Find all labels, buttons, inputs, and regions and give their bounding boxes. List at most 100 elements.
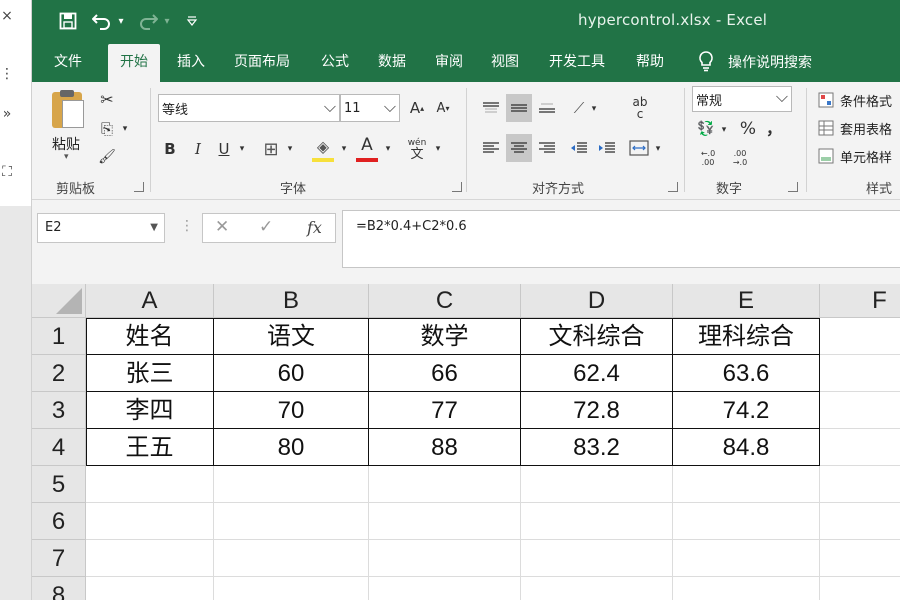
cell-b8[interactable] — [214, 577, 369, 600]
row-header-4[interactable]: 4 — [32, 429, 86, 466]
customize-qat-icon[interactable] — [184, 8, 200, 34]
cell-d5[interactable] — [521, 466, 673, 503]
cell-d2[interactable]: 62.4 — [521, 355, 673, 392]
cell-styles-button[interactable]: 单元格样 — [818, 146, 900, 166]
cell-d3[interactable]: 72.8 — [521, 392, 673, 429]
format-painter-icon[interactable]: 🖌 — [96, 146, 118, 168]
font-color-dropdown-icon[interactable]: ▾ — [382, 138, 394, 160]
cell-c2[interactable]: 66 — [369, 355, 521, 392]
row-header-5[interactable]: 5 — [32, 466, 86, 503]
fill-color-icon[interactable]: ◈ — [310, 134, 336, 158]
tab-formulas[interactable]: 公式 — [309, 42, 361, 82]
cell-b5[interactable] — [214, 466, 369, 503]
alignment-launcher-icon[interactable] — [668, 182, 678, 192]
format-as-table-button[interactable]: 套用表格 — [818, 118, 900, 138]
cell-e6[interactable] — [673, 503, 820, 540]
tab-home[interactable]: 开始 — [108, 44, 160, 82]
row-header-1[interactable]: 1 — [32, 318, 86, 355]
align-bottom-icon[interactable] — [534, 94, 560, 122]
undo-dropdown-icon[interactable]: ▾ — [115, 8, 127, 34]
cell-f2[interactable] — [820, 355, 900, 392]
fill-dropdown-icon[interactable]: ▾ — [338, 138, 350, 160]
cell-c3[interactable]: 77 — [369, 392, 521, 429]
cell-d8[interactable] — [521, 577, 673, 600]
cell-c4[interactable]: 88 — [369, 429, 521, 466]
border-dropdown-icon[interactable]: ▾ — [284, 138, 296, 160]
align-left-icon[interactable] — [478, 134, 504, 162]
underline-dropdown-icon[interactable]: ▾ — [236, 138, 248, 160]
increase-indent-icon[interactable] — [594, 134, 620, 162]
row-header-7[interactable]: 7 — [32, 540, 86, 577]
save-icon[interactable] — [56, 8, 80, 34]
cell-a4[interactable]: 王五 — [86, 429, 214, 466]
cell-a3[interactable]: 李四 — [86, 392, 214, 429]
cell-c6[interactable] — [369, 503, 521, 540]
conditional-formatting-button[interactable]: 条件格式 — [818, 90, 900, 110]
phonetic-dropdown-icon[interactable]: ▾ — [432, 138, 444, 160]
cut-icon[interactable]: ✂ — [96, 88, 118, 110]
percent-button[interactable]: % — [736, 118, 760, 140]
cell-d7[interactable] — [521, 540, 673, 577]
wrap-text-icon[interactable]: ab c — [626, 92, 654, 124]
number-format-select[interactable]: 常规 ⌵ — [692, 86, 792, 112]
cell-f7[interactable] — [820, 540, 900, 577]
increase-decimal-button[interactable]: ←.0 .00 — [694, 146, 722, 170]
copy-dropdown-icon[interactable]: ▾ — [120, 120, 130, 138]
cell-f8[interactable] — [820, 577, 900, 600]
redo-icon[interactable] — [136, 8, 160, 34]
cell-b7[interactable] — [214, 540, 369, 577]
row-header-3[interactable]: 3 — [32, 392, 86, 429]
font-launcher-icon[interactable] — [452, 182, 462, 192]
cell-c1[interactable]: 数学 — [369, 318, 521, 355]
merge-dropdown-icon[interactable]: ▾ — [652, 138, 664, 160]
enter-icon[interactable]: ✓ — [259, 217, 273, 237]
col-header-e[interactable]: E — [673, 284, 820, 318]
col-header-c[interactable]: C — [369, 284, 521, 318]
cell-d4[interactable]: 83.2 — [521, 429, 673, 466]
col-header-a[interactable]: A — [86, 284, 214, 318]
currency-icon[interactable]: 💱 — [694, 118, 718, 140]
orientation-dropdown-icon[interactable]: ▾ — [588, 98, 600, 120]
cell-a1[interactable]: 姓名 — [86, 318, 214, 355]
cell-b1[interactable]: 语文 — [214, 318, 369, 355]
border-icon[interactable]: ⊞ — [258, 136, 284, 162]
tab-view[interactable]: 视图 — [479, 42, 531, 82]
cell-e7[interactable] — [673, 540, 820, 577]
cell-f5[interactable] — [820, 466, 900, 503]
font-size-select[interactable]: 11 ⌵ — [340, 94, 400, 122]
row-header-2[interactable]: 2 — [32, 355, 86, 392]
chevron-right-icon[interactable]: » — [0, 106, 14, 122]
formula-input[interactable]: =B2*0.4+C2*0.6 — [342, 210, 900, 268]
paste-button[interactable]: 粘贴 ▾ — [46, 88, 92, 168]
col-header-b[interactable]: B — [214, 284, 369, 318]
more-options-icon[interactable]: ⋮ — [0, 66, 14, 82]
increase-font-size-button[interactable]: A ▴ — [406, 96, 428, 120]
cell-b3[interactable]: 70 — [214, 392, 369, 429]
cancel-icon[interactable]: ✕ — [215, 217, 229, 237]
cell-e4[interactable]: 84.8 — [673, 429, 820, 466]
cell-e2[interactable]: 63.6 — [673, 355, 820, 392]
align-top-icon[interactable] — [478, 94, 504, 122]
cell-a5[interactable] — [86, 466, 214, 503]
cell-e3[interactable]: 74.2 — [673, 392, 820, 429]
col-header-f[interactable]: F — [820, 284, 900, 318]
merge-center-icon[interactable] — [626, 134, 652, 162]
cell-c7[interactable] — [369, 540, 521, 577]
insert-function-icon[interactable]: fx — [307, 218, 322, 237]
align-middle-icon[interactable] — [506, 94, 532, 122]
cell-b2[interactable]: 60 — [214, 355, 369, 392]
cell-e1[interactable]: 理科综合 — [673, 318, 820, 355]
select-all-button[interactable] — [32, 284, 86, 318]
cell-c8[interactable] — [369, 577, 521, 600]
cell-f4[interactable] — [820, 429, 900, 466]
row-header-6[interactable]: 6 — [32, 503, 86, 540]
tab-data[interactable]: 数据 — [366, 42, 418, 82]
decrease-decimal-button[interactable]: .00 →.0 — [726, 146, 754, 170]
cell-a8[interactable] — [86, 577, 214, 600]
currency-dropdown-icon[interactable]: ▾ — [718, 120, 730, 140]
align-right-icon[interactable] — [534, 134, 560, 162]
lightbulb-icon[interactable] — [695, 50, 717, 74]
italic-button[interactable]: I — [186, 136, 210, 162]
cell-d6[interactable] — [521, 503, 673, 540]
cell-b4[interactable]: 80 — [214, 429, 369, 466]
